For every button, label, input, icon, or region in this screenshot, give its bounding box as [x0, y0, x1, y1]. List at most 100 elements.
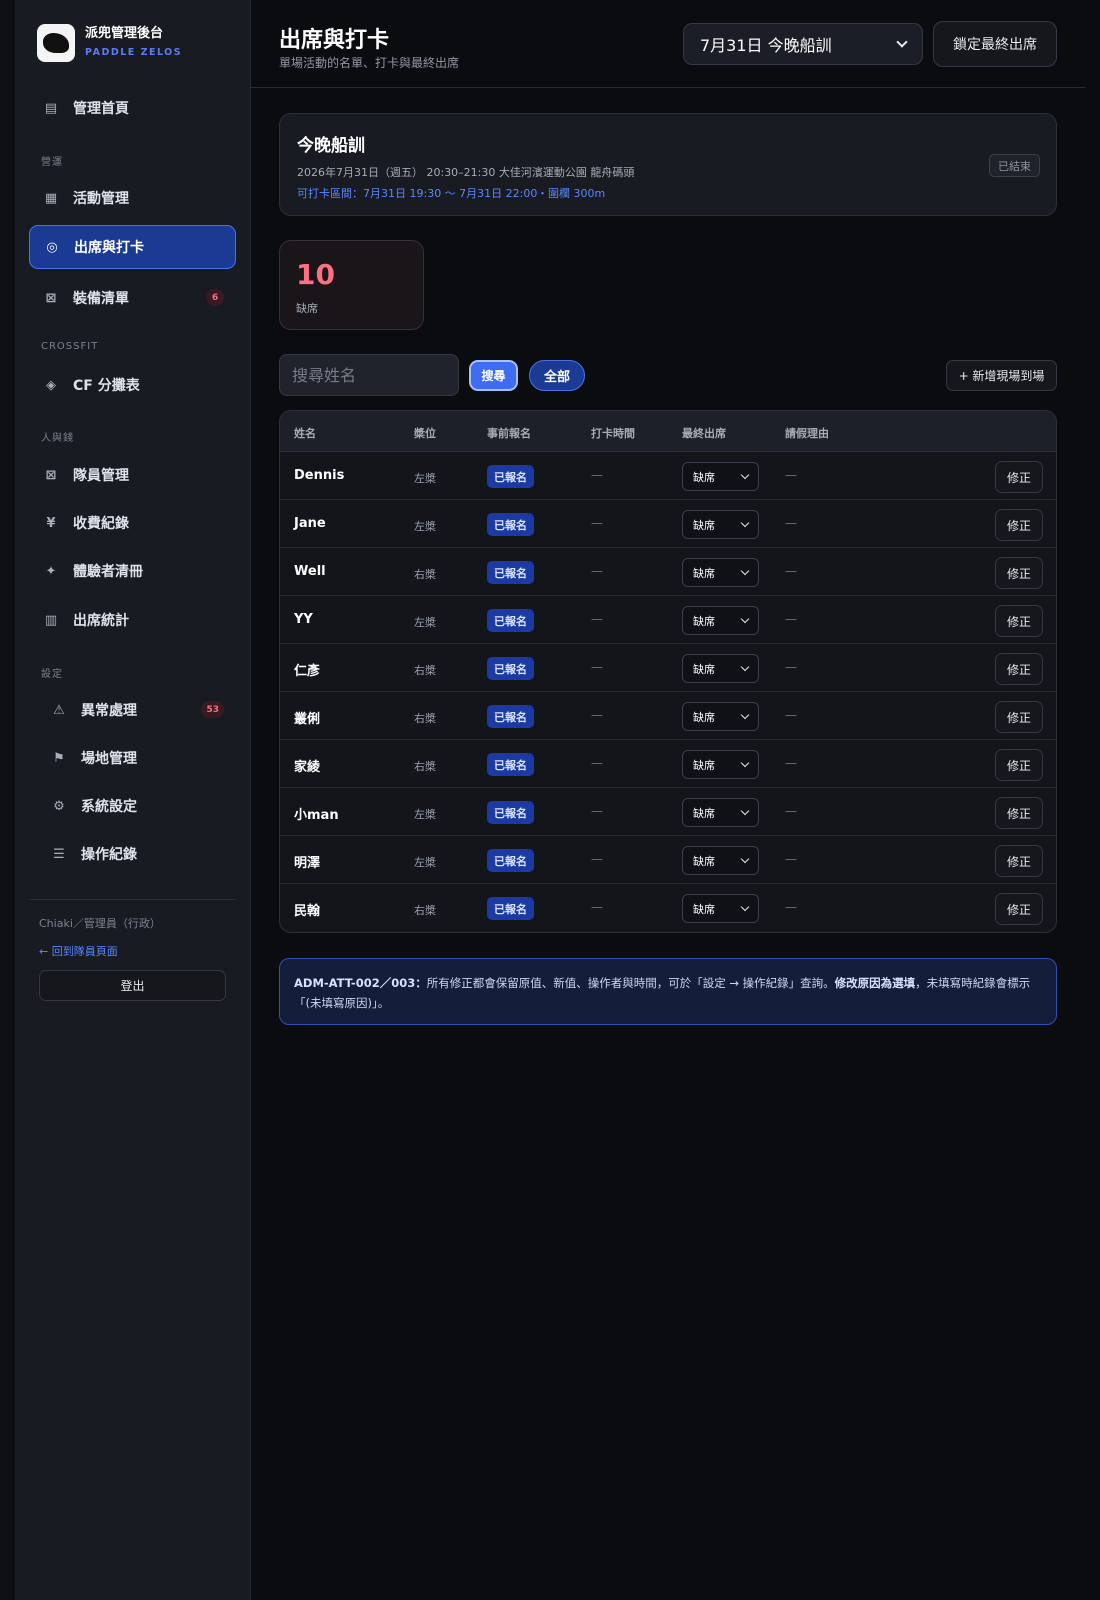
sidebar-item-label: 收費紀錄	[73, 516, 129, 532]
correct-button[interactable]: 修正	[995, 509, 1043, 541]
sidebar-item-label: 出席與打卡	[74, 240, 144, 256]
filter-all-button[interactable]: 全部	[529, 360, 585, 391]
back-to-member-link[interactable]: ← 回到隊員頁面	[39, 943, 118, 959]
correct-button[interactable]: 修正	[995, 557, 1043, 589]
window-edge	[1085, 0, 1100, 1600]
final-attendance-select[interactable]: 缺席	[682, 462, 759, 491]
list-icon: ☰	[53, 846, 65, 862]
final-attendance-select[interactable]: 缺席	[682, 558, 759, 587]
paddle-side: 右槳	[414, 664, 436, 677]
attendance-table: 姓名 槳位 事前報名 打卡時間 最終出席 請假理由 Dennis 左槳 已報名 …	[279, 410, 1057, 933]
final-attendance-select[interactable]: 缺席	[682, 702, 759, 731]
main-content: 出席與打卡 單場活動的名單、打卡與最終出席 7月31日 今晚船訓 鎖定最終出席 …	[251, 0, 1085, 1600]
sidebar-item-system[interactable]: ⚙ 系統設定	[29, 784, 236, 828]
member-name: 仁彥	[294, 664, 321, 679]
table-row: YY 左槳 已報名 — 缺席 — 修正	[280, 596, 1056, 644]
final-attendance-select[interactable]: 缺席	[682, 606, 759, 635]
member-name: 明澤	[294, 856, 321, 871]
section-label-crossfit: CROSSFIT	[41, 341, 99, 352]
column-header-checkin: 打卡時間	[591, 427, 635, 440]
audit-note: ADM-ATT-002／003：所有修正都會保留原值、新值、操作者與時間，可於「…	[279, 958, 1057, 1025]
gear-icon: ⚙	[53, 798, 65, 814]
final-attendance-select[interactable]: 缺席	[682, 798, 759, 827]
final-attendance-value: 缺席	[693, 566, 715, 580]
search-button[interactable]: 搜尋	[469, 360, 518, 391]
checkin-time: —	[591, 852, 603, 866]
final-attendance-select[interactable]: 缺席	[682, 654, 759, 683]
final-attendance-select[interactable]: 缺席	[682, 894, 759, 923]
warning-icon: ⚠	[53, 702, 65, 718]
correct-button[interactable]: 修正	[995, 461, 1043, 493]
final-attendance-select[interactable]: 缺席	[682, 510, 759, 539]
final-attendance-select[interactable]: 缺席	[682, 750, 759, 779]
section-label-ops: 營運	[41, 157, 63, 168]
paddle-side: 左槳	[414, 856, 436, 869]
member-name: 家綾	[294, 760, 321, 775]
correct-button[interactable]: 修正	[995, 845, 1043, 877]
member-name: Dennis	[294, 468, 345, 483]
absent-label: 缺席	[296, 302, 318, 315]
event-select[interactable]: 7月31日 今晚船訓	[683, 23, 923, 65]
registered-badge: 已報名	[487, 657, 534, 680]
table-row: 叢俐 右槳 已報名 — 缺席 — 修正	[280, 692, 1056, 740]
paddle-side: 右槳	[414, 712, 436, 725]
table-row: 小man 左槳 已報名 — 缺席 — 修正	[280, 788, 1056, 836]
document-icon: ▤	[44, 100, 58, 116]
correct-button[interactable]: 修正	[995, 605, 1043, 637]
sidebar-item-logs[interactable]: ☰ 操作紀錄	[29, 832, 236, 876]
final-attendance-value: 缺席	[693, 662, 715, 676]
sidebar-item-events[interactable]: ▦ 活動管理	[29, 176, 236, 220]
final-attendance-select[interactable]: 缺席	[682, 846, 759, 875]
final-attendance-value: 缺席	[693, 758, 715, 772]
final-attendance-value: 缺席	[693, 710, 715, 724]
sidebar-item-exceptions[interactable]: ⚠ 異常處理 53	[29, 688, 236, 732]
sidebar-item-home[interactable]: ▤ 管理首頁	[29, 86, 236, 130]
sidebar-item-label: 場地管理	[81, 751, 137, 767]
brand-subtitle: PADDLE ZELOS	[85, 47, 183, 58]
member-name: Well	[294, 564, 326, 579]
correct-button[interactable]: 修正	[995, 893, 1043, 925]
sidebar-item-label: 裝備清單	[73, 291, 129, 307]
sidebar-item-venues[interactable]: ⚑ 場地管理	[29, 736, 236, 780]
add-walkin-button[interactable]: + 新增現場到場	[946, 360, 1057, 391]
chevron-down-icon	[740, 662, 750, 672]
member-name: 民翰	[294, 904, 321, 919]
divider	[29, 899, 236, 900]
correct-button[interactable]: 修正	[995, 797, 1043, 829]
sidebar-item-trial[interactable]: ✦ 體驗者清冊	[29, 549, 236, 593]
yen-icon: ¥	[46, 515, 56, 531]
column-header-name: 姓名	[294, 427, 316, 440]
lock-final-attendance-button[interactable]: 鎖定最終出席	[933, 21, 1057, 67]
chevron-down-icon	[740, 902, 750, 912]
sidebar-item-equipment[interactable]: ⊠ 裝備清單 6	[29, 276, 236, 320]
status-badge: 已結束	[989, 154, 1040, 177]
sidebar-item-payments[interactable]: ¥ 收費紀錄	[29, 501, 236, 545]
table-row: 明澤 左槳 已報名 — 缺席 — 修正	[280, 836, 1056, 884]
bar-columns-icon: ▥	[44, 612, 58, 628]
chevron-down-icon	[740, 710, 750, 720]
logout-button[interactable]: 登出	[39, 970, 226, 1001]
correct-button[interactable]: 修正	[995, 701, 1043, 733]
sidebar-item-attendance[interactable]: ◎ 出席與打卡	[29, 225, 236, 269]
table-row: Well 右槳 已報名 — 缺席 — 修正	[280, 548, 1056, 596]
checkin-time: —	[591, 612, 603, 626]
leave-reason: —	[785, 900, 797, 914]
note-code: ADM-ATT-002／003：	[294, 976, 427, 990]
brand: 派兜管理後台 PADDLE ZELOS	[37, 24, 182, 62]
sidebar-item-label: 操作紀錄	[81, 847, 137, 863]
sidebar-item-stats[interactable]: ▥ 出席統計	[29, 598, 236, 642]
leave-reason: —	[785, 852, 797, 866]
calendar-grid-icon: ▦	[44, 190, 58, 206]
correct-button[interactable]: 修正	[995, 749, 1043, 781]
search-input[interactable]	[279, 354, 459, 396]
correct-button[interactable]: 修正	[995, 653, 1043, 685]
chevron-down-icon	[740, 614, 750, 624]
chevron-down-icon	[740, 758, 750, 768]
paddle-side: 左槳	[414, 472, 436, 485]
diamond-icon: ◈	[46, 377, 56, 393]
registered-badge: 已報名	[487, 849, 534, 872]
sidebar-item-members[interactable]: ⊠ 隊員管理	[29, 453, 236, 497]
member-name: YY	[294, 612, 313, 627]
sidebar-item-cf-groups[interactable]: ◈ CF 分攤表	[29, 363, 236, 407]
sidebar-item-label: 系統設定	[81, 799, 137, 815]
